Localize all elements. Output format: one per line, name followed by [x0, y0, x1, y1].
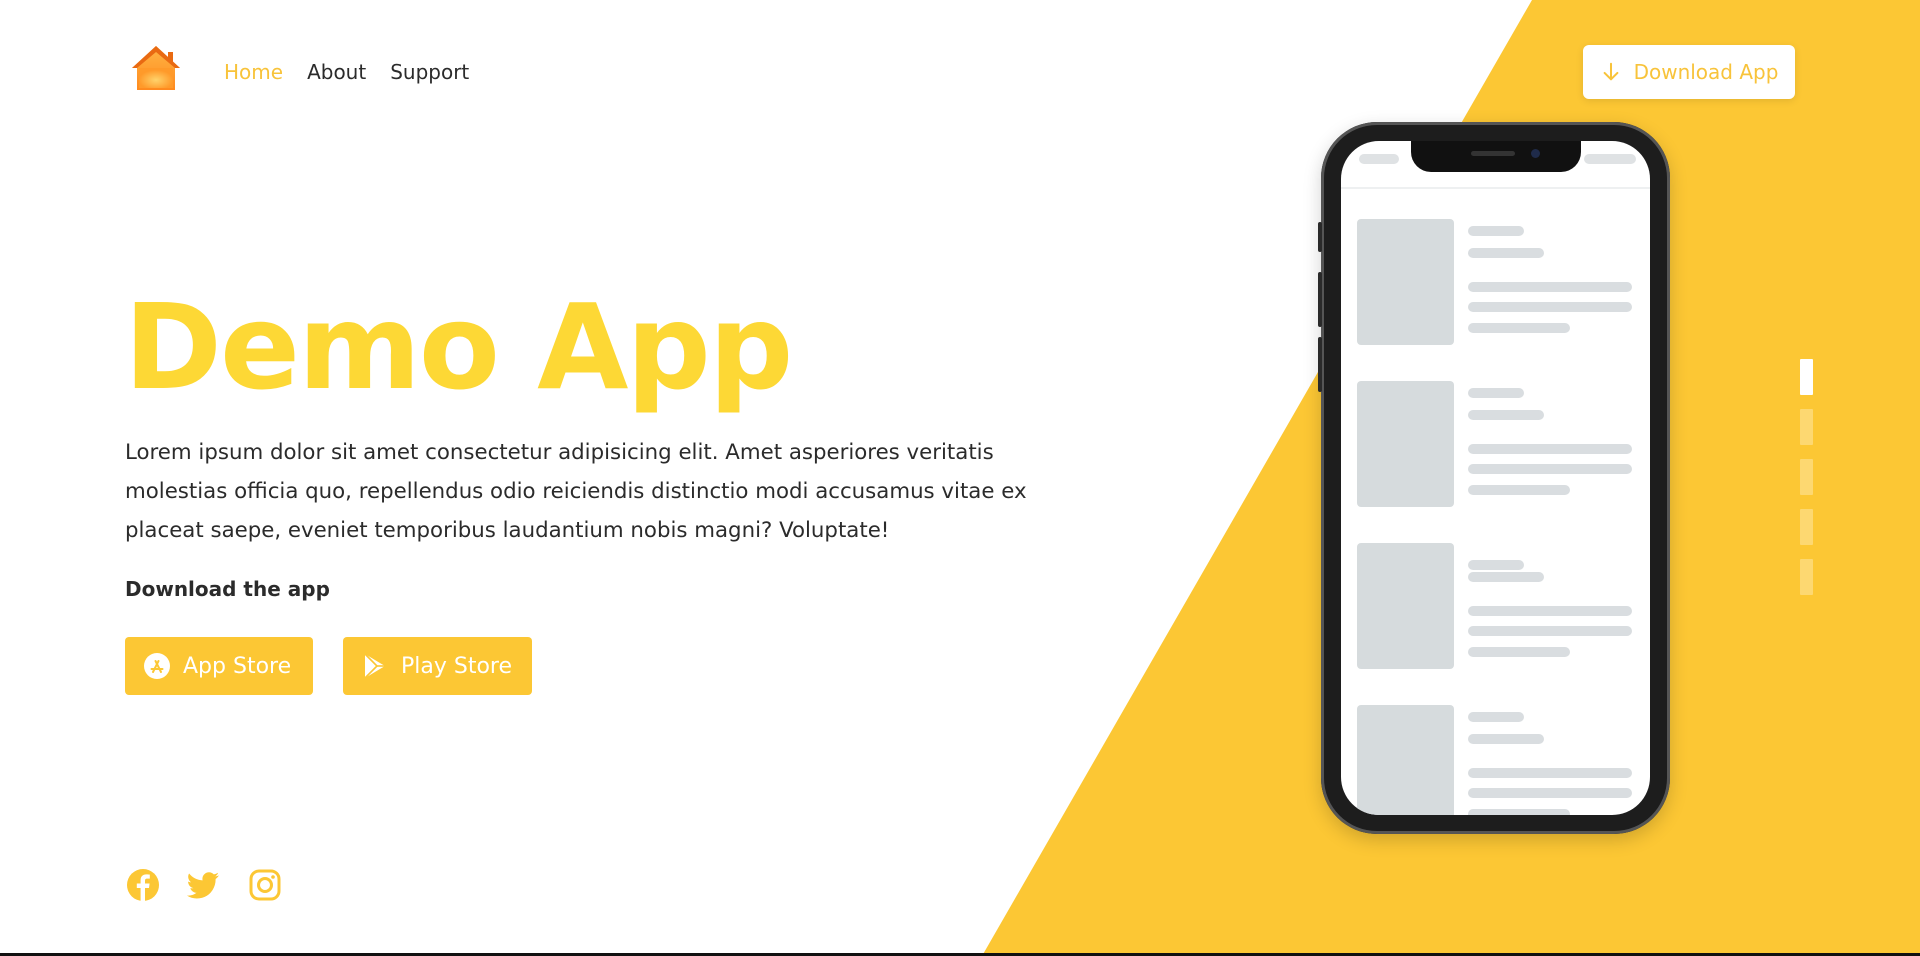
screen-divider [1341, 187, 1650, 189]
download-app-label: Download App [1633, 60, 1779, 84]
nav-item-home[interactable]: Home [224, 58, 283, 86]
text-line-placeholder [1468, 572, 1544, 582]
text-line-placeholder [1468, 734, 1544, 744]
list-item-placeholder [1357, 381, 1634, 507]
phone-mockup [1318, 122, 1670, 834]
list-item-placeholder [1357, 543, 1634, 669]
nav-item-support[interactable]: Support [390, 58, 469, 86]
app-store-button[interactable]: App Store [125, 637, 313, 695]
phone-camera [1530, 149, 1540, 158]
instagram-icon[interactable] [248, 868, 282, 902]
pagination-dot-4[interactable] [1800, 509, 1813, 545]
play-store-label: Play Store [401, 653, 513, 679]
text-line-placeholder [1468, 712, 1524, 722]
text-line-placeholder [1468, 606, 1632, 616]
hero-description: Lorem ipsum dolor sit amet consectetur a… [125, 440, 1027, 543]
arrow-down-icon [1603, 62, 1619, 81]
text-line-placeholder [1468, 626, 1632, 636]
nav-item-about[interactable]: About [307, 58, 366, 86]
text-line-placeholder [1468, 464, 1632, 474]
phone-side-button [1318, 272, 1322, 327]
phone-notch [1410, 141, 1581, 172]
slide-pagination [1800, 359, 1813, 609]
app-store-label: App Store [183, 653, 292, 679]
status-bar-placeholder [1359, 154, 1399, 164]
app-store-icon [144, 653, 170, 679]
text-line-placeholder [1468, 388, 1524, 398]
house-icon[interactable] [130, 44, 182, 92]
download-app-button[interactable]: Download App [1583, 45, 1795, 99]
pagination-dot-1[interactable] [1800, 359, 1813, 395]
phone-side-button [1318, 337, 1322, 392]
text-line-placeholder [1468, 647, 1570, 657]
text-line-placeholder [1468, 226, 1524, 236]
text-line-placeholder [1468, 323, 1570, 333]
status-bar-placeholder [1584, 154, 1636, 164]
text-line-placeholder [1468, 809, 1570, 815]
play-store-button[interactable]: Play Store [343, 637, 532, 695]
phone-side-button [1318, 222, 1322, 252]
text-line-placeholder [1468, 248, 1544, 258]
text-line-placeholder [1468, 768, 1632, 778]
pagination-dot-2[interactable] [1800, 409, 1813, 445]
main-nav: Home About Support [224, 58, 469, 86]
download-the-app-label: Download the app [125, 577, 330, 601]
thumbnail-placeholder [1357, 543, 1454, 669]
hero-title: Demo App [124, 278, 793, 416]
text-line-placeholder [1468, 560, 1524, 570]
twitter-icon[interactable] [186, 868, 220, 902]
text-line-placeholder [1468, 410, 1544, 420]
thumbnail-placeholder [1357, 219, 1454, 345]
thumbnail-placeholder [1357, 381, 1454, 507]
text-line-placeholder [1468, 302, 1632, 312]
text-line-placeholder [1468, 788, 1632, 798]
play-store-icon [364, 653, 385, 679]
list-item-placeholder [1357, 219, 1634, 345]
thumbnail-placeholder [1357, 705, 1454, 815]
facebook-icon[interactable] [126, 868, 160, 902]
text-line-placeholder [1468, 485, 1570, 495]
pagination-dot-3[interactable] [1800, 459, 1813, 495]
text-line-placeholder [1468, 282, 1632, 292]
phone-screen [1341, 141, 1650, 815]
pagination-dot-5[interactable] [1800, 559, 1813, 595]
phone-speaker [1470, 151, 1515, 156]
list-item-placeholder [1357, 705, 1634, 815]
text-line-placeholder [1468, 444, 1632, 454]
